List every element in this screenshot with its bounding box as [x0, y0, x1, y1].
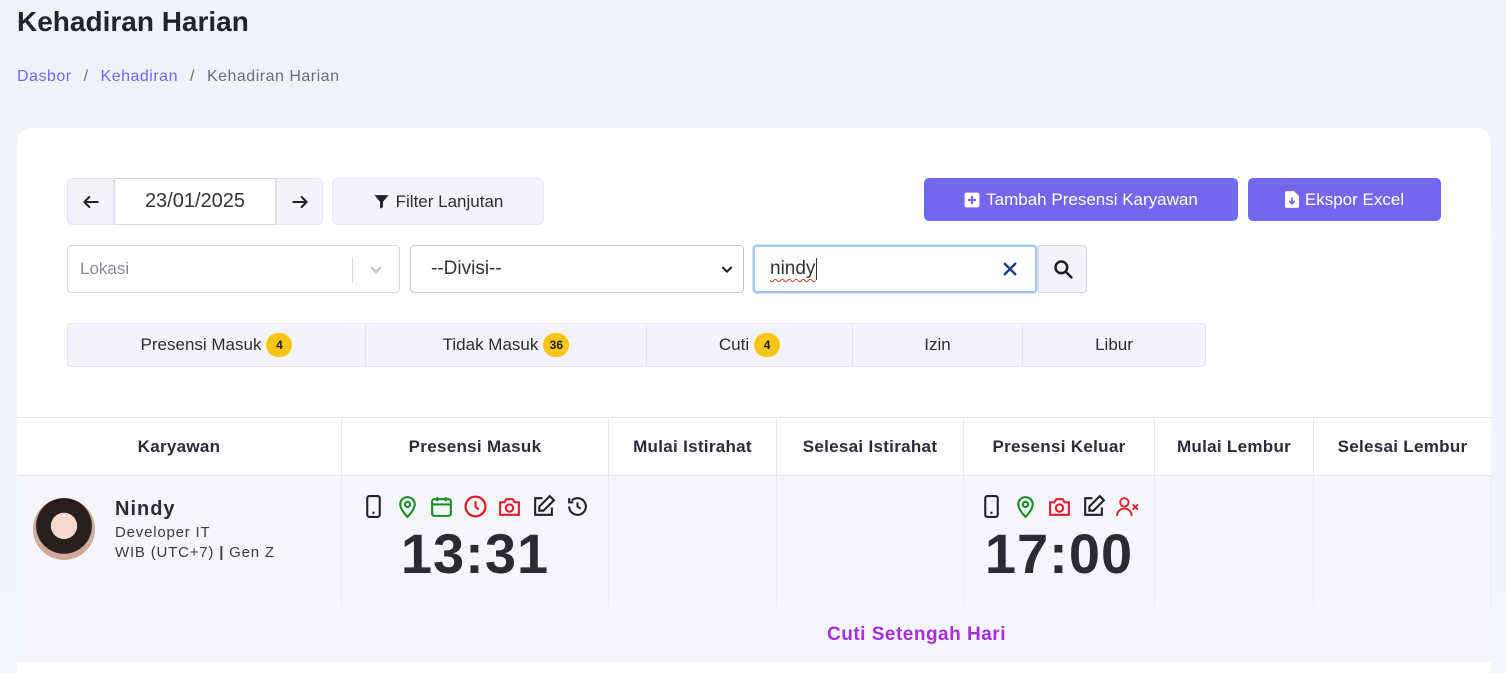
- file-download-icon: [1284, 191, 1299, 208]
- select-separator: [352, 257, 353, 283]
- tab-izin[interactable]: Izin: [853, 324, 1023, 366]
- column-header-mulai-istirahat: Mulai Istirahat: [609, 418, 777, 475]
- location-pin-icon[interactable]: [395, 494, 420, 519]
- plus-square-icon: [964, 192, 980, 207]
- employee-meta: WIB (UTC+7) | Gen Z: [115, 544, 275, 561]
- add-attendance-label: Tambah Presensi Karyawan: [986, 189, 1198, 209]
- check-out-time: 17:00: [984, 522, 1134, 585]
- overtime-end-cell: [1314, 476, 1491, 606]
- breadcrumb-separator: /: [189, 68, 195, 85]
- camera-icon[interactable]: [1047, 494, 1072, 519]
- prev-date-button[interactable]: [67, 178, 114, 225]
- calendar-icon[interactable]: [429, 494, 454, 519]
- arrow-left-icon: [82, 195, 99, 208]
- column-header-karyawan: Karyawan: [17, 418, 342, 475]
- search-input[interactable]: nindy: [753, 245, 1037, 293]
- tab-label: Libur: [1095, 335, 1133, 354]
- attendance-table: Karyawan Presensi Masuk Mulai Istirahat …: [17, 417, 1491, 664]
- check-in-cell: 13:31: [342, 476, 609, 606]
- breadcrumb-current: Kehadiran Harian: [206, 68, 340, 85]
- column-header-selesai-lembur: Selesai Lembur: [1337, 436, 1468, 456]
- breadcrumb-dasbor[interactable]: Dasbor: [17, 68, 72, 86]
- chevron-down-icon: [721, 266, 733, 274]
- row-divider: [17, 662, 1491, 664]
- count-badge: 4: [754, 333, 781, 357]
- breadcrumb-kehadiran[interactable]: Kehadiran: [101, 68, 178, 86]
- text-cursor: [816, 258, 818, 280]
- column-header-selesai-istirahat: Selesai Istirahat: [777, 418, 964, 475]
- table-row: Nindy Developer IT WIB (UTC+7) | Gen Z 1…: [17, 476, 1491, 664]
- export-excel-label: Ekspor Excel: [1304, 189, 1405, 209]
- check-in-time: 13:31: [400, 522, 550, 585]
- employee-position: Developer IT: [115, 524, 211, 541]
- tab-presensi-masuk[interactable]: Presensi Masuk 4: [68, 324, 366, 366]
- status-tabs: Presensi Masuk 4 Tidak Masuk 36 Cuti 4 I…: [67, 323, 1206, 367]
- break-end-cell: [777, 476, 964, 606]
- employee-cell: Nindy Developer IT WIB (UTC+7) | Gen Z: [17, 476, 342, 606]
- avatar: [33, 498, 95, 560]
- clock-icon[interactable]: [463, 494, 488, 519]
- search-value: nindy: [770, 258, 816, 279]
- table-header: Karyawan Presensi Masuk Mulai Istirahat …: [17, 417, 1491, 476]
- edit-icon[interactable]: [1081, 494, 1106, 519]
- division-select[interactable]: --Divisi--: [410, 245, 744, 293]
- phone-icon[interactable]: [361, 494, 386, 519]
- tab-label: Presensi Masuk: [140, 335, 262, 354]
- advanced-filter-label: Filter Lanjutan: [395, 191, 504, 211]
- overtime-start-cell: [1155, 476, 1314, 606]
- search-icon: [1053, 260, 1073, 279]
- employee-name[interactable]: Nindy: [115, 498, 275, 521]
- count-badge: 4: [266, 333, 293, 357]
- tab-label: Tidak Masuk: [442, 335, 539, 354]
- tab-cuti[interactable]: Cuti 4: [647, 324, 853, 366]
- edit-icon[interactable]: [531, 494, 556, 519]
- clear-icon[interactable]: [1001, 260, 1019, 278]
- phone-icon[interactable]: [979, 494, 1004, 519]
- column-header-presensi-keluar: Presensi Keluar: [964, 418, 1155, 475]
- search-button[interactable]: [1038, 245, 1087, 293]
- breadcrumb: Dasbor / Kehadiran / Kehadiran Harian: [17, 68, 339, 86]
- check-out-icons: [964, 476, 1154, 519]
- location-placeholder: Lokasi: [80, 259, 130, 278]
- check-in-icons: [342, 476, 608, 519]
- history-icon[interactable]: [565, 494, 590, 519]
- date-navigator: 23/01/2025: [67, 178, 323, 225]
- advanced-filter-button[interactable]: Filter Lanjutan: [332, 178, 544, 225]
- arrow-right-icon: [291, 195, 308, 208]
- employee-group: Gen Z: [229, 544, 275, 561]
- export-excel-button[interactable]: Ekspor Excel: [1248, 178, 1441, 221]
- chevron-down-icon: [370, 266, 382, 274]
- filter-icon: [374, 195, 389, 209]
- column-header-mulai-lembur: Mulai Lembur: [1155, 418, 1314, 475]
- location-select[interactable]: Lokasi: [67, 245, 400, 293]
- next-date-button[interactable]: [276, 178, 323, 225]
- user-x-icon[interactable]: [1115, 494, 1140, 519]
- tab-tidak-masuk[interactable]: Tidak Masuk 36: [366, 324, 647, 366]
- leave-status-note: Cuti Setengah Hari: [827, 624, 1006, 645]
- employee-timezone: WIB (UTC+7): [115, 544, 215, 561]
- page-title: Kehadiran Harian: [17, 6, 249, 37]
- add-attendance-button[interactable]: Tambah Presensi Karyawan: [924, 178, 1238, 221]
- count-badge: 36: [543, 333, 570, 357]
- breadcrumb-separator: /: [83, 68, 89, 85]
- location-pin-icon[interactable]: [1013, 494, 1038, 519]
- date-input[interactable]: 23/01/2025: [114, 178, 276, 225]
- tab-label: Cuti: [718, 335, 750, 354]
- check-out-cell: 17:00: [964, 476, 1155, 606]
- tab-label: Izin: [924, 335, 951, 354]
- camera-icon[interactable]: [497, 494, 522, 519]
- column-header-presensi-masuk: Presensi Masuk: [342, 418, 609, 475]
- division-selected: --Divisi--: [431, 258, 502, 279]
- break-start-cell: [609, 476, 777, 606]
- attendance-card: 23/01/2025 Filter Lanjutan Tambah Presen…: [17, 128, 1491, 673]
- tab-libur[interactable]: Libur: [1023, 324, 1205, 366]
